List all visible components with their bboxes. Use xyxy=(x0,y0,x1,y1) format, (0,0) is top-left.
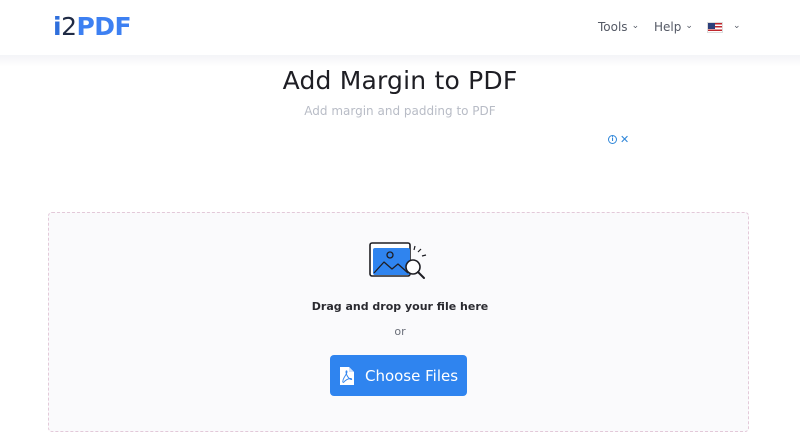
us-flag-icon xyxy=(707,21,723,33)
chevron-down-icon: ⌄ xyxy=(685,21,693,31)
page-title: Add Margin to PDF xyxy=(282,66,518,95)
logo-part-i: i xyxy=(53,12,62,41)
site-header: i2PDF Tools ⌄ Help ⌄ ⌄ xyxy=(0,0,800,55)
choose-files-label: Choose Files xyxy=(364,366,459,385)
chevron-down-icon: ⌄ xyxy=(733,21,741,31)
page-subtitle: Add margin and padding to PDF xyxy=(304,104,496,118)
nav-help-menu[interactable]: Help ⌄ xyxy=(654,18,693,36)
site-logo[interactable]: i2PDF xyxy=(53,12,132,41)
chevron-down-icon: ⌄ xyxy=(631,21,640,31)
or-separator: or xyxy=(394,325,406,338)
logo-part-2: 2 xyxy=(61,12,77,41)
close-icon[interactable]: ✕ xyxy=(620,134,629,145)
pdf-file-icon xyxy=(339,366,354,385)
nav-tools-label: Tools xyxy=(598,20,628,34)
logo-part-pdf: PDF xyxy=(76,12,132,41)
drag-drop-instruction: Drag and drop your file here xyxy=(311,300,489,313)
choose-files-button[interactable]: Choose Files xyxy=(330,355,467,396)
nav-tools-menu[interactable]: Tools ⌄ xyxy=(598,18,639,36)
nav-help-label: Help xyxy=(654,20,682,34)
info-icon[interactable]: i xyxy=(608,135,617,144)
image-search-icon xyxy=(369,242,427,279)
ad-controls: i ✕ xyxy=(608,134,629,145)
language-selector[interactable]: ⌄ xyxy=(707,18,741,36)
